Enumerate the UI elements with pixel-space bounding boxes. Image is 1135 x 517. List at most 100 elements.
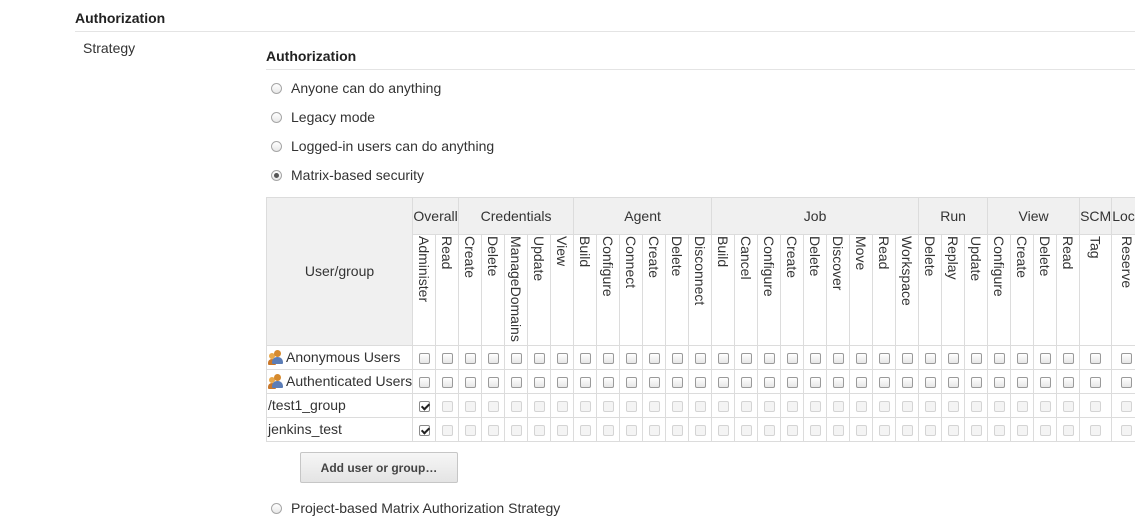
permission-checkbox[interactable] xyxy=(970,401,982,413)
permission-checkbox[interactable] xyxy=(510,425,522,437)
permission-checkbox[interactable] xyxy=(947,377,959,389)
permission-checkbox[interactable] xyxy=(441,377,453,389)
permission-checkbox[interactable] xyxy=(556,353,568,365)
permission-checkbox[interactable] xyxy=(602,377,614,389)
permission-checkbox[interactable] xyxy=(786,425,798,437)
permission-checkbox[interactable] xyxy=(533,401,545,413)
permission-checkbox[interactable] xyxy=(533,425,545,437)
permission-checkbox[interactable] xyxy=(1090,377,1102,389)
radio-button[interactable] xyxy=(271,111,282,123)
permission-checkbox[interactable] xyxy=(579,377,591,389)
permission-checkbox[interactable] xyxy=(418,377,430,389)
permission-checkbox[interactable] xyxy=(694,377,706,389)
permission-checkbox[interactable] xyxy=(740,353,752,365)
permission-checkbox[interactable] xyxy=(947,425,959,437)
permission-checkbox[interactable] xyxy=(717,425,729,437)
permission-checkbox[interactable] xyxy=(786,401,798,413)
permission-checkbox[interactable] xyxy=(855,425,867,437)
permission-checkbox[interactable] xyxy=(625,401,637,413)
permission-checkbox[interactable] xyxy=(832,425,844,437)
permission-checkbox[interactable] xyxy=(510,377,522,389)
permission-checkbox[interactable] xyxy=(464,425,476,437)
radio-project-based-matrix[interactable]: Project-based Matrix Authorization Strat… xyxy=(271,500,560,516)
permission-checkbox[interactable] xyxy=(1090,425,1102,437)
permission-checkbox[interactable] xyxy=(602,353,614,365)
permission-checkbox[interactable] xyxy=(763,425,775,437)
permission-checkbox[interactable] xyxy=(740,425,752,437)
permission-checkbox[interactable] xyxy=(648,425,660,437)
permission-checkbox[interactable] xyxy=(694,401,706,413)
permission-checkbox[interactable] xyxy=(441,353,453,365)
permission-checkbox[interactable] xyxy=(671,401,683,413)
radio-matrix-based-security[interactable]: Matrix-based security xyxy=(271,167,424,183)
permission-checkbox[interactable] xyxy=(993,401,1005,413)
permission-checkbox[interactable] xyxy=(763,401,775,413)
radio-button[interactable] xyxy=(271,140,282,152)
permission-checkbox[interactable] xyxy=(556,401,568,413)
permission-checkbox[interactable] xyxy=(487,377,499,389)
permission-checkbox[interactable] xyxy=(809,425,821,437)
permission-checkbox[interactable] xyxy=(1062,425,1074,437)
permission-checkbox[interactable] xyxy=(924,425,936,437)
radio-logged-in-users[interactable]: Logged-in users can do anything xyxy=(271,138,494,154)
permission-checkbox[interactable] xyxy=(671,425,683,437)
permission-checkbox[interactable] xyxy=(418,353,430,365)
permission-checkbox[interactable] xyxy=(717,377,729,389)
permission-checkbox[interactable] xyxy=(441,425,453,437)
add-user-or-group-button[interactable]: Add user or group… xyxy=(300,452,458,483)
permission-checkbox[interactable] xyxy=(809,401,821,413)
radio-anyone-can-do-anything[interactable]: Anyone can do anything xyxy=(271,80,441,96)
permission-checkbox[interactable] xyxy=(901,377,913,389)
permission-checkbox[interactable] xyxy=(1039,353,1051,365)
permission-checkbox[interactable] xyxy=(1039,377,1051,389)
permission-checkbox[interactable] xyxy=(533,377,545,389)
permission-checkbox[interactable] xyxy=(694,353,706,365)
permission-checkbox[interactable] xyxy=(1121,377,1133,389)
permission-checkbox[interactable] xyxy=(1121,401,1133,413)
permission-checkbox[interactable] xyxy=(993,425,1005,437)
permission-checkbox[interactable] xyxy=(556,425,568,437)
permission-checkbox[interactable] xyxy=(924,401,936,413)
permission-checkbox[interactable] xyxy=(1039,401,1051,413)
permission-checkbox[interactable] xyxy=(1016,353,1028,365)
permission-checkbox[interactable] xyxy=(901,425,913,437)
permission-checkbox[interactable] xyxy=(970,425,982,437)
permission-checkbox[interactable] xyxy=(510,353,522,365)
permission-checkbox[interactable] xyxy=(832,401,844,413)
permission-checkbox[interactable] xyxy=(625,425,637,437)
permission-checkbox[interactable] xyxy=(740,401,752,413)
permission-checkbox[interactable] xyxy=(993,377,1005,389)
permission-checkbox[interactable] xyxy=(1090,353,1102,365)
permission-checkbox[interactable] xyxy=(579,353,591,365)
permission-checkbox[interactable] xyxy=(924,377,936,389)
permission-checkbox[interactable] xyxy=(970,353,982,365)
permission-checkbox[interactable] xyxy=(671,377,683,389)
permission-checkbox[interactable] xyxy=(832,377,844,389)
radio-button[interactable] xyxy=(271,169,282,181)
permission-checkbox[interactable] xyxy=(556,377,568,389)
permission-checkbox[interactable] xyxy=(579,401,591,413)
permission-checkbox[interactable] xyxy=(1121,353,1133,365)
permission-checkbox[interactable] xyxy=(1062,353,1074,365)
permission-checkbox[interactable] xyxy=(717,353,729,365)
permission-checkbox[interactable] xyxy=(418,425,430,437)
permission-checkbox[interactable] xyxy=(878,353,890,365)
permission-checkbox[interactable] xyxy=(694,425,706,437)
permission-checkbox[interactable] xyxy=(1090,401,1102,413)
permission-checkbox[interactable] xyxy=(648,401,660,413)
permission-checkbox[interactable] xyxy=(418,401,430,413)
permission-checkbox[interactable] xyxy=(947,353,959,365)
permission-checkbox[interactable] xyxy=(901,353,913,365)
permission-checkbox[interactable] xyxy=(1121,425,1133,437)
permission-checkbox[interactable] xyxy=(970,377,982,389)
permission-checkbox[interactable] xyxy=(993,353,1005,365)
permission-checkbox[interactable] xyxy=(487,425,499,437)
permission-checkbox[interactable] xyxy=(878,425,890,437)
permission-checkbox[interactable] xyxy=(648,353,660,365)
permission-checkbox[interactable] xyxy=(602,401,614,413)
permission-checkbox[interactable] xyxy=(1039,425,1051,437)
permission-checkbox[interactable] xyxy=(625,353,637,365)
permission-checkbox[interactable] xyxy=(855,377,867,389)
permission-checkbox[interactable] xyxy=(464,377,476,389)
permission-checkbox[interactable] xyxy=(487,401,499,413)
